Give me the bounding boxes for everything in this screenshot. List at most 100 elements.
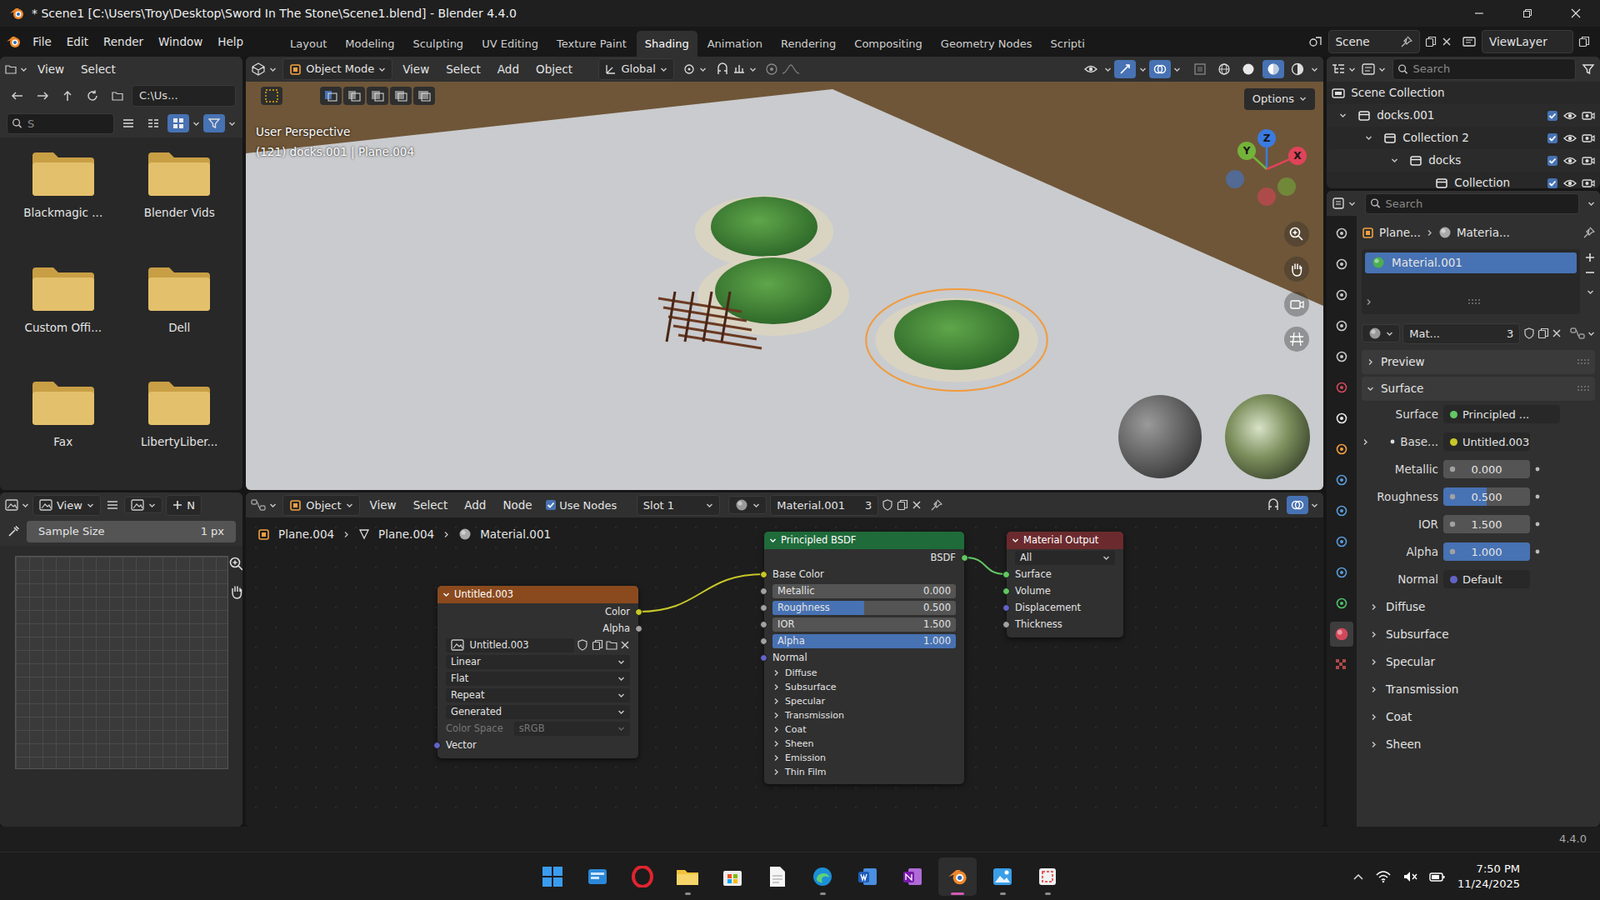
image-field[interactable]: Untitled.003	[445, 638, 575, 653]
slot-label[interactable]: Slot 1	[643, 497, 675, 515]
resize-grip-icon[interactable]	[1467, 298, 1481, 305]
exclude-checkbox-icon[interactable]	[1546, 110, 1559, 122]
subpanel[interactable]: Specular	[1361, 648, 1595, 676]
image-browse[interactable]	[124, 496, 163, 514]
image-name[interactable]: Untitled.003	[470, 638, 530, 653]
slot-dropdown[interactable]: Slot 1	[636, 495, 720, 517]
visibility-eye-icon[interactable]	[1563, 110, 1577, 122]
socket[interactable]	[760, 587, 768, 595]
subpanel[interactable]: Subsurface	[1361, 620, 1595, 649]
checkbox-icon[interactable]	[545, 499, 557, 511]
scene-field[interactable]: Scene	[1328, 30, 1420, 54]
menu-item[interactable]: Render	[96, 30, 150, 54]
mode-label[interactable]: Object Mode	[305, 60, 375, 78]
view-layer-field[interactable]: ViewLayer	[1481, 30, 1574, 54]
socket[interactable]	[635, 625, 643, 633]
node-tree-icon[interactable]	[1570, 327, 1585, 340]
overlay-icon[interactable]	[1286, 495, 1309, 515]
option-dropdown[interactable]: Generated	[445, 705, 630, 720]
show-hidden-icon[interactable]	[1352, 872, 1365, 881]
shader-type-label[interactable]: Object	[305, 497, 341, 515]
duplicate-icon[interactable]	[1537, 327, 1550, 340]
workspace-tab[interactable]: Texture Paint	[548, 30, 635, 57]
field-value[interactable]: Untitled.003	[1462, 434, 1530, 451]
folder-name[interactable]: Dell	[168, 319, 190, 336]
outliner-item-name[interactable]: Collection	[1454, 174, 1510, 189]
material-field[interactable]: Material.0013	[770, 495, 879, 517]
expand-toggle[interactable]	[1357, 134, 1380, 142]
option-label[interactable]: Generated	[450, 705, 502, 720]
node-header[interactable]: Untitled.003	[437, 585, 639, 604]
render-camera-icon[interactable]	[1581, 155, 1595, 167]
folder[interactable]: LibertyLiber...	[121, 378, 239, 479]
material-browse[interactable]	[728, 495, 767, 515]
menu-item[interactable]: Select	[439, 57, 488, 81]
close-icon[interactable]	[1551, 0, 1600, 27]
select-tool-icon[interactable]	[260, 86, 283, 105]
node-canvas[interactable]: Plane.004Plane.004Material.001Untitled.0…	[245, 517, 1324, 827]
node[interactable]: Material OutputAllSurfaceVolumeDisplacem…	[1006, 531, 1124, 638]
breadcrumb-item[interactable]: Plane.004	[378, 525, 435, 543]
wifi-icon[interactable]	[1375, 870, 1391, 884]
taskbar-app[interactable]	[668, 857, 707, 896]
new-folder-icon[interactable]	[106, 86, 129, 105]
remove-slot-icon[interactable]	[1585, 267, 1595, 278]
fake-user-icon[interactable]	[881, 499, 894, 511]
workspace-tab[interactable]: Layout	[281, 30, 335, 57]
node-panel[interactable]: Coat	[764, 722, 965, 737]
output-tab-icon[interactable]	[1330, 282, 1354, 308]
option-label[interactable]: Repeat	[450, 688, 485, 703]
orientation-dropdown[interactable]: Global	[598, 58, 674, 80]
shader-editor-icon[interactable]	[250, 499, 266, 511]
orientation-label[interactable]: Global	[620, 60, 655, 78]
surface-field[interactable]: Principled ...	[1443, 405, 1560, 424]
refresh-icon[interactable]	[81, 86, 104, 105]
restore-icon[interactable]	[1503, 0, 1552, 27]
ortho-grid-icon[interactable]	[1284, 326, 1310, 352]
overlay-toggle-icon[interactable]	[1149, 60, 1171, 79]
folder[interactable]: Blackmagic ...	[5, 149, 122, 250]
fake-user-icon[interactable]	[1523, 327, 1535, 340]
subpanel-title[interactable]: Diffuse	[1385, 598, 1425, 615]
property-field[interactable]: Untitled.003	[1443, 432, 1530, 451]
keyframe-dot-icon[interactable]	[1535, 521, 1540, 527]
expand-chevron-icon[interactable]	[1361, 438, 1370, 446]
breadcrumb-item[interactable]: Materia...	[1456, 224, 1510, 241]
node-panel[interactable]: Subsurface	[764, 680, 965, 695]
panel-label[interactable]: Thin Film	[785, 765, 827, 780]
render-camera-icon[interactable]	[1581, 177, 1595, 190]
folder-name[interactable]: Blender Vids	[144, 204, 215, 221]
island[interactable]	[865, 289, 1048, 391]
expand-chevron-icon[interactable]	[1390, 156, 1399, 165]
path-field[interactable]: C:\Us...	[131, 85, 236, 107]
property-field[interactable]: Default	[1443, 570, 1530, 589]
unlink-image-icon[interactable]	[620, 640, 630, 650]
workspace-tab[interactable]: Shading	[636, 30, 698, 57]
node-panel[interactable]: Emission	[764, 750, 965, 765]
field-value[interactable]: 0.500	[923, 600, 951, 615]
socket[interactable]	[760, 654, 768, 662]
taskbar-app[interactable]	[938, 857, 977, 896]
subpanel[interactable]: Coat	[1361, 703, 1595, 731]
pivot-icon[interactable]	[682, 62, 696, 76]
subpanel-title[interactable]: Transmission	[1385, 680, 1459, 698]
scene-tab-icon[interactable]	[1330, 344, 1354, 370]
panel-label[interactable]: Transmission	[785, 709, 845, 724]
property-field[interactable]: 0.500	[1443, 487, 1530, 506]
minimize-icon[interactable]	[1455, 0, 1504, 27]
options-button[interactable]: Options	[1244, 88, 1315, 110]
breadcrumb-item[interactable]: Plane...	[1379, 224, 1421, 241]
field-value[interactable]: 1.000	[923, 634, 951, 649]
menu-item[interactable]: View	[30, 57, 71, 81]
folder[interactable]: Blender Vids	[121, 149, 239, 250]
visibility-icon[interactable]	[1080, 60, 1102, 79]
field-value[interactable]: 0.000	[923, 584, 951, 599]
new-view-layer-icon[interactable]	[1578, 35, 1590, 48]
expand-toggle[interactable]	[1331, 111, 1355, 120]
panel-grip-icon[interactable]	[1576, 358, 1590, 365]
pin-icon[interactable]	[1583, 226, 1595, 239]
panel-title[interactable]: Surface	[1380, 380, 1424, 397]
selection-mode-icon[interactable]	[320, 86, 342, 105]
material-slot[interactable]: Material.001	[1365, 252, 1577, 273]
navigation-gizmo[interactable]: ZYX	[1229, 131, 1305, 207]
